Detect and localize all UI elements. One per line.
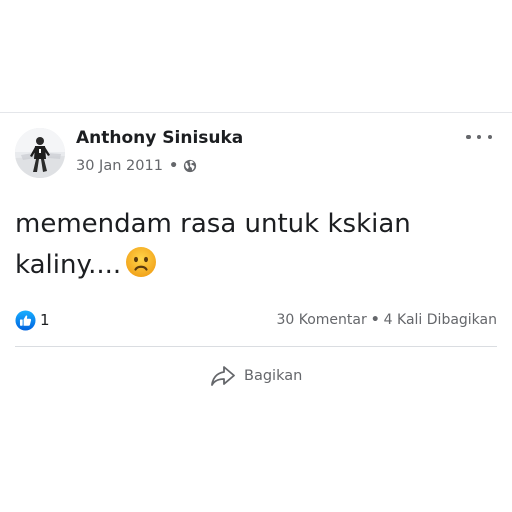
share-arrow-icon [211, 366, 235, 386]
post-text: memendam rasa untuk kskian kaliny.... [15, 209, 411, 280]
share-label: Bagikan [244, 368, 303, 384]
like-reaction-icon[interactable] [15, 310, 36, 331]
more-options-button[interactable] [466, 129, 492, 145]
sad-face-emoji [126, 247, 157, 277]
actions-divider [15, 346, 497, 347]
share-count[interactable]: 4 Kali Dibagikan [384, 312, 497, 328]
post-stats: 1 30 Komentar • 4 Kali Dibagikan [15, 310, 497, 332]
globe-icon[interactable] [183, 159, 197, 173]
like-count[interactable]: 1 [40, 311, 50, 329]
stats-separator: • [370, 312, 380, 328]
post-meta: 30 Jan 2011 • [76, 156, 197, 176]
meta-separator: • [168, 158, 179, 174]
top-divider [0, 112, 512, 113]
author-avatar[interactable] [15, 128, 65, 178]
facebook-post: Anthony Sinisuka 30 Jan 2011 • memendam … [0, 0, 512, 512]
post-date[interactable]: 30 Jan 2011 [76, 158, 163, 174]
share-button[interactable]: Bagikan [210, 362, 302, 390]
author-name[interactable]: Anthony Sinisuka [76, 128, 243, 148]
stats-summary: 30 Komentar • 4 Kali Dibagikan [276, 312, 497, 328]
comment-count[interactable]: 30 Komentar [276, 312, 366, 328]
avatar-photo [15, 128, 65, 178]
more-horizontal-icon [466, 134, 471, 140]
post-body: memendam rasa untuk kskian kaliny.... [15, 204, 485, 286]
